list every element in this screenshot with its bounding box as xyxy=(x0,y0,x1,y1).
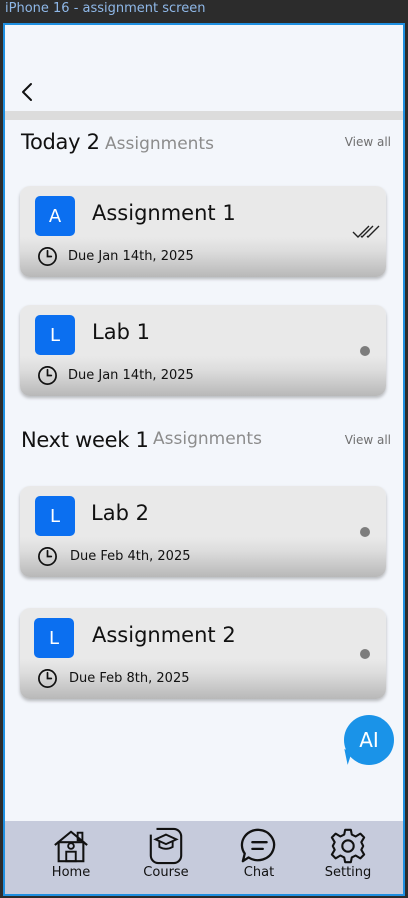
double-check-icon xyxy=(352,225,380,238)
view-all-link[interactable]: View all xyxy=(345,433,391,447)
assignment-title: Lab 1 xyxy=(92,320,150,344)
clock-icon xyxy=(38,247,57,266)
header-divider xyxy=(5,111,403,120)
clock-icon xyxy=(38,669,57,688)
due-date: Due Jan 14th, 2025 xyxy=(68,249,194,264)
status-dot xyxy=(360,527,370,537)
due-date: Due Feb 8th, 2025 xyxy=(69,671,190,686)
clock-icon xyxy=(38,547,57,566)
assignment-badge: L xyxy=(35,315,75,355)
status-dot xyxy=(360,649,370,659)
home-icon xyxy=(54,830,88,863)
nav-chat[interactable]: Chat xyxy=(224,827,294,889)
course-icon xyxy=(149,827,183,865)
section-title: Today 2 xyxy=(21,130,100,154)
assignment-card[interactable]: A Assignment 1 Due Jan 14th, 2025 xyxy=(20,186,386,277)
bottom-navbar: Home Course Chat Setting xyxy=(5,821,403,894)
assignment-title: Assignment 2 xyxy=(92,623,236,647)
clock-icon xyxy=(38,366,57,385)
assignment-card[interactable]: L Lab 1 Due Jan 14th, 2025 xyxy=(20,305,386,396)
section-title: Next week 1 xyxy=(21,428,149,452)
nav-label: Home xyxy=(51,865,91,880)
chat-icon xyxy=(240,828,276,863)
nav-label: Chat xyxy=(243,865,275,880)
assignment-card[interactable]: L Assignment 2 Due Feb 8th, 2025 xyxy=(20,608,386,699)
assignment-card[interactable]: L Lab 2 Due Feb 4th, 2025 xyxy=(20,486,386,577)
section-header-today: Today 2 Assignments View all xyxy=(21,130,391,156)
frame-label: iPhone 16 - assignment screen xyxy=(5,1,206,16)
gear-icon xyxy=(330,828,366,864)
nav-label: Setting xyxy=(324,865,372,880)
assignment-badge: L xyxy=(34,618,74,658)
assignment-badge: A xyxy=(35,196,75,236)
section-subtitle: Assignments xyxy=(153,429,262,449)
due-date: Due Jan 14th, 2025 xyxy=(68,368,194,383)
nav-label: Course xyxy=(143,865,189,880)
nav-setting[interactable]: Setting xyxy=(313,827,383,889)
nav-home[interactable]: Home xyxy=(36,827,106,889)
due-date: Due Feb 4th, 2025 xyxy=(70,549,191,564)
assignment-title: Lab 2 xyxy=(91,501,149,525)
view-all-link[interactable]: View all xyxy=(345,135,391,149)
back-arrow-icon[interactable] xyxy=(19,81,37,103)
section-header-next-week: Next week 1 Assignments View all xyxy=(21,428,391,454)
assignment-badge: L xyxy=(35,496,75,536)
status-dot xyxy=(360,346,370,356)
ai-assistant-button[interactable]: AI xyxy=(344,715,394,765)
section-subtitle: Assignments xyxy=(105,134,214,154)
nav-course[interactable]: Course xyxy=(131,827,201,889)
phone-screen: Today 2 Assignments View all A Assignmen… xyxy=(3,23,405,896)
assignment-title: Assignment 1 xyxy=(92,201,236,225)
